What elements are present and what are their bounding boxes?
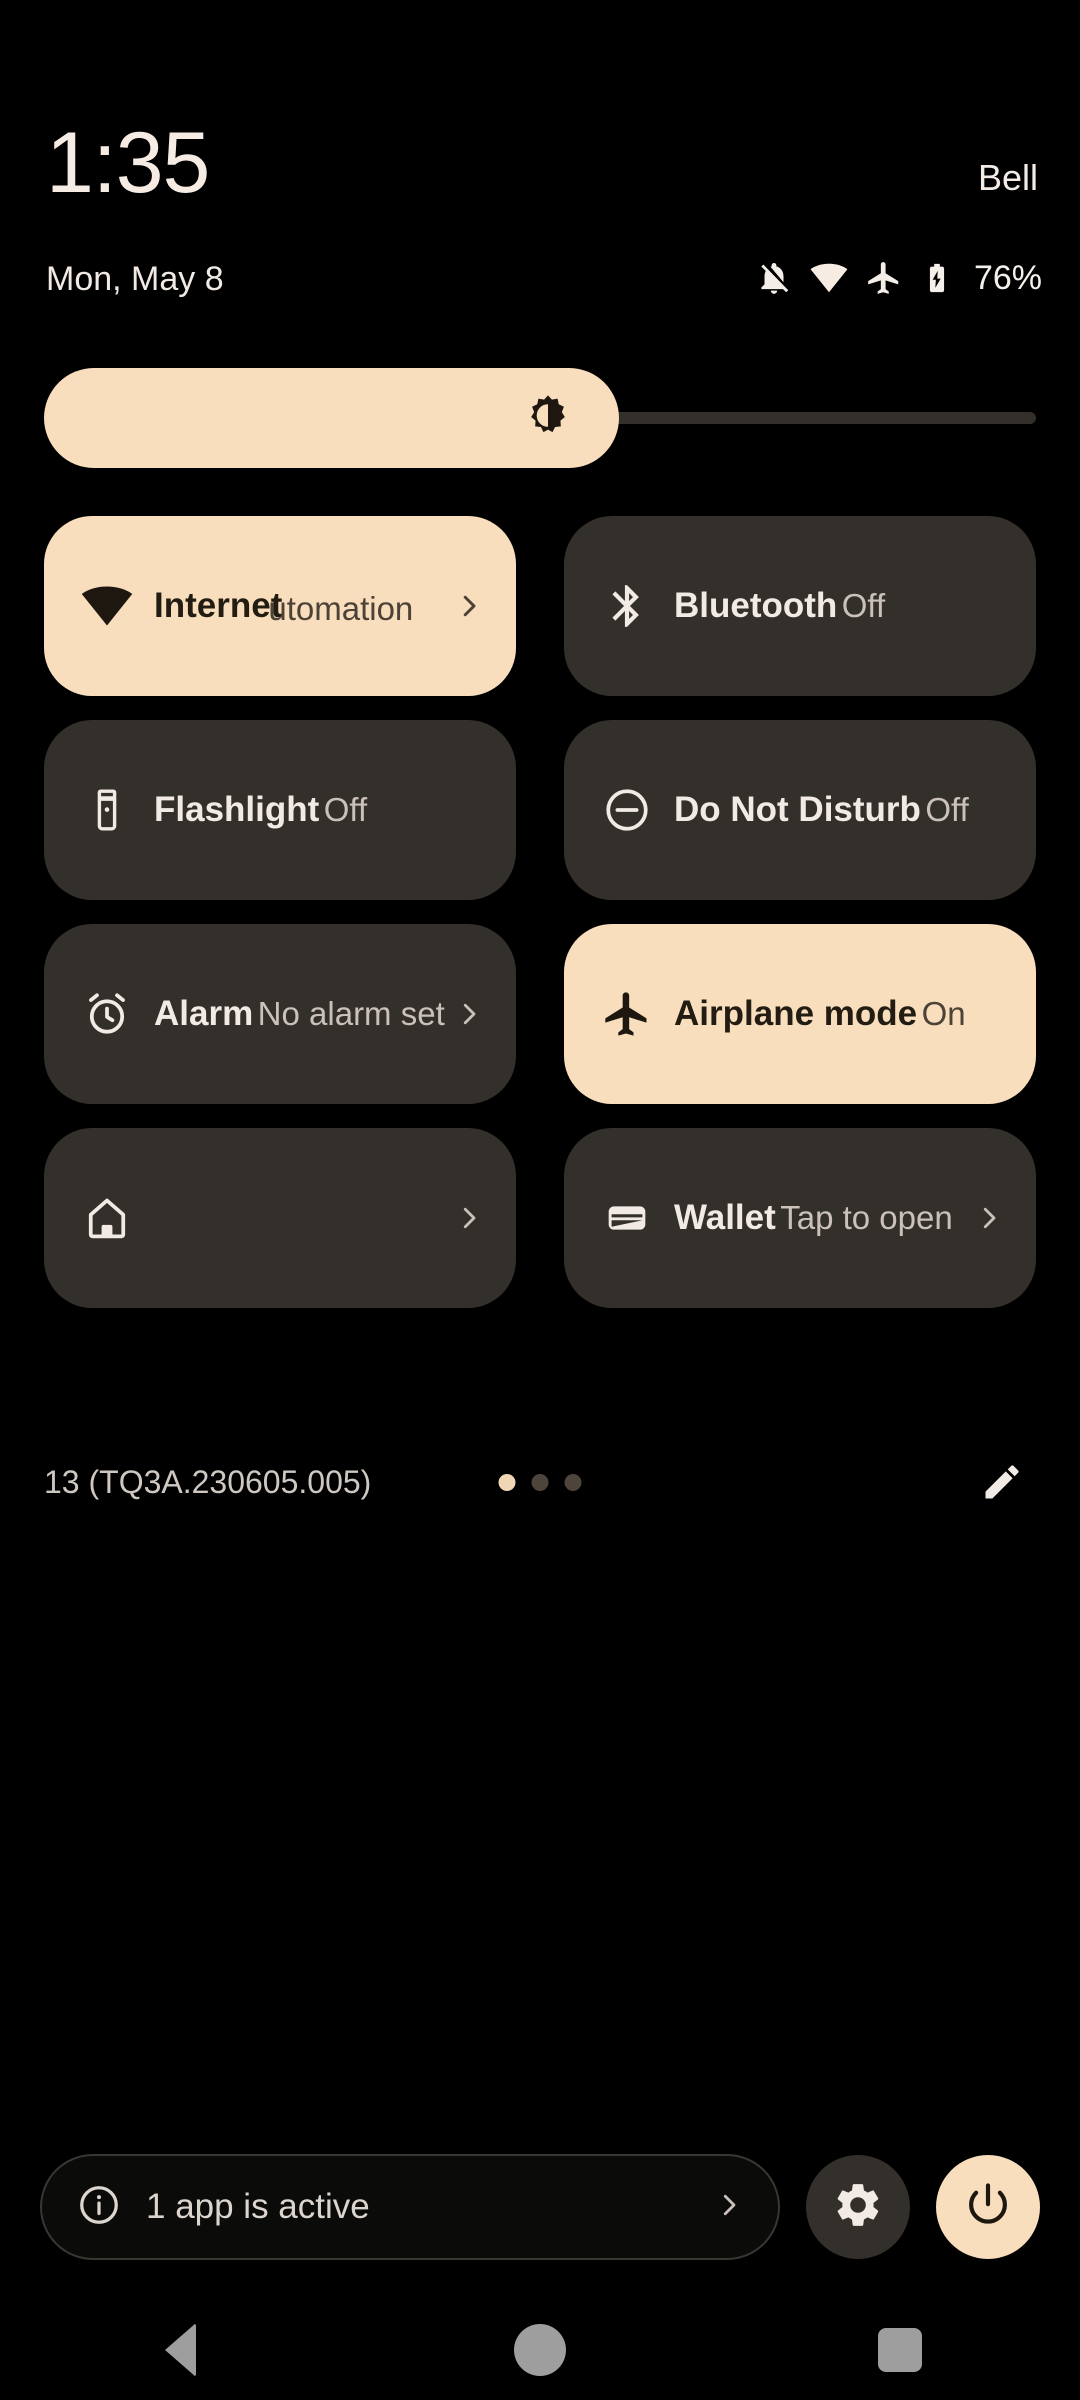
tile-bluetooth[interactable]: Bluetooth Off <box>564 516 1036 696</box>
status-bar-icons: 76% <box>755 258 1042 298</box>
airplane-icon <box>865 259 903 297</box>
status-bar: 1:35 Bell Mon, May 8 76% <box>0 0 1080 330</box>
tile-airplane-mode-subtitle: On <box>921 995 966 1032</box>
tile-internet-text: Internet utomation <box>154 584 452 628</box>
brightness-slider[interactable] <box>44 368 1036 468</box>
tile-flashlight-title: Flashlight <box>154 790 320 829</box>
bluetooth-icon <box>598 577 656 635</box>
back-button[interactable] <box>120 2300 240 2400</box>
flashlight-icon <box>78 781 136 839</box>
recents-square-icon <box>878 2328 922 2372</box>
page-dot-3[interactable] <box>564 1474 582 1491</box>
battery-percent-label: 76% <box>973 259 1042 297</box>
active-apps-label: 1 app is active <box>146 2187 370 2226</box>
tile-wallet-subtitle: Tap to open <box>780 1199 953 1236</box>
recents-button[interactable] <box>840 2300 960 2400</box>
settings-button[interactable] <box>806 2155 910 2259</box>
chevron-right-icon[interactable] <box>452 1203 486 1233</box>
do-not-disturb-icon <box>598 781 656 839</box>
build-version-label: 13 (TQ3A.230605.005) <box>44 1464 372 1500</box>
chevron-right-icon[interactable] <box>972 1203 1006 1233</box>
chevron-right-icon[interactable] <box>714 2190 744 2225</box>
status-bar-date: Mon, May 8 <box>46 260 224 298</box>
status-bar-clock: 1:35 <box>46 115 210 211</box>
tile-bluetooth-text: Bluetooth Off <box>674 584 1006 628</box>
airplane-icon <box>598 985 656 1043</box>
info-icon <box>76 2182 122 2233</box>
gear-icon <box>832 2179 884 2236</box>
home-button[interactable] <box>480 2300 600 2400</box>
tile-flashlight-text: Flashlight Off <box>154 788 486 832</box>
tile-airplane-mode-title: Airplane mode <box>674 994 918 1033</box>
tile-alarm-title: Alarm <box>154 994 254 1033</box>
wifi-icon <box>78 577 136 635</box>
tile-internet[interactable]: Internet utomation <box>44 516 516 696</box>
tile-do-not-disturb-text: Do Not Disturb Off <box>674 788 1006 832</box>
pencil-icon <box>980 1460 1024 1509</box>
edit-tiles-button[interactable] <box>974 1456 1030 1512</box>
chevron-right-icon[interactable] <box>452 999 486 1029</box>
tile-alarm[interactable]: Alarm No alarm set <box>44 924 516 1104</box>
tile-do-not-disturb[interactable]: Do Not Disturb Off <box>564 720 1036 900</box>
tile-alarm-text: Alarm No alarm set <box>154 992 452 1036</box>
carrier-label: Bell <box>977 157 1038 198</box>
page-dot-1[interactable] <box>498 1474 516 1491</box>
bottom-bar: 1 app is active <box>0 2142 1080 2272</box>
tile-wallet[interactable]: Wallet Tap to open <box>564 1128 1036 1308</box>
back-icon <box>164 2323 196 2377</box>
tile-device-controls[interactable]: trols Devic <box>44 1128 516 1308</box>
tile-wallet-text: Wallet Tap to open <box>674 1196 972 1240</box>
home-circle-icon <box>514 2324 566 2376</box>
tile-alarm-subtitle: No alarm set <box>257 995 445 1032</box>
tile-do-not-disturb-title: Do Not Disturb <box>674 790 921 829</box>
brightness-icon <box>525 393 571 444</box>
power-icon <box>963 2180 1013 2235</box>
page-indicator[interactable] <box>498 1474 582 1491</box>
power-button[interactable] <box>936 2155 1040 2259</box>
active-apps-button[interactable]: 1 app is active <box>40 2154 780 2260</box>
alarm-icon <box>78 985 136 1043</box>
wifi-icon <box>810 259 848 297</box>
tile-wallet-title: Wallet <box>674 1198 776 1237</box>
bell-mute-icon <box>755 259 793 297</box>
tile-internet-title: Internet <box>154 586 283 625</box>
tile-airplane-mode-text: Airplane mode On <box>674 992 1006 1036</box>
tile-bluetooth-subtitle: Off <box>841 587 886 624</box>
navigation-bar <box>0 2300 1080 2400</box>
quick-settings-footer: 13 (TQ3A.230605.005) <box>0 1448 1080 1524</box>
quick-settings-grid: Internet utomation Bluetooth Off <box>44 516 1036 1308</box>
tile-do-not-disturb-subtitle: Off <box>925 791 969 828</box>
battery-charging-icon <box>920 259 954 297</box>
tile-flashlight-subtitle: Off <box>323 791 368 828</box>
page-dot-2[interactable] <box>531 1474 549 1491</box>
home-icon <box>78 1189 136 1247</box>
chevron-right-icon[interactable] <box>452 591 486 621</box>
tile-device-controls-text: trols Devic <box>154 1195 452 1241</box>
tile-flashlight[interactable]: Flashlight Off <box>44 720 516 900</box>
tile-airplane-mode[interactable]: Airplane mode On <box>564 924 1036 1104</box>
wallet-icon <box>598 1189 656 1247</box>
tile-bluetooth-title: Bluetooth <box>674 586 838 625</box>
